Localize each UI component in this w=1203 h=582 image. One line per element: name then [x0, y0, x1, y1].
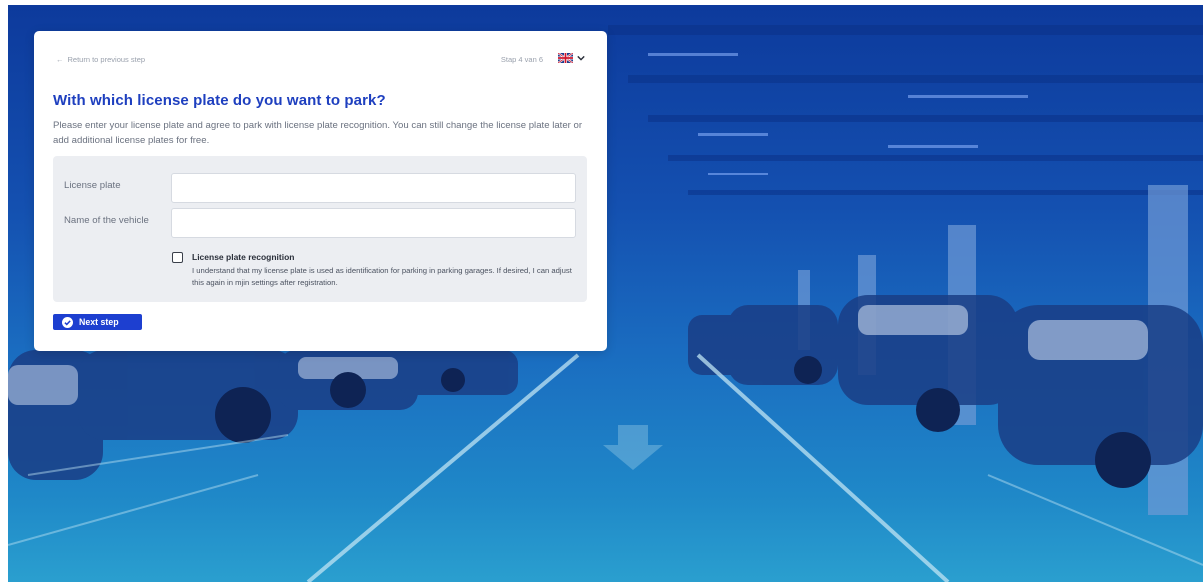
recognition-description: I understand that my license plate is us… [192, 266, 572, 287]
check-circle-icon [62, 316, 73, 328]
page-title: With which license plate do you want to … [53, 92, 386, 109]
page-intro: Please enter your license plate and agre… [53, 120, 583, 146]
license-plate-form: License plate Name of the vehicle Licens… [53, 156, 587, 302]
next-step-label: Next step [79, 317, 119, 327]
uk-flag-icon [558, 53, 573, 63]
language-selector[interactable] [558, 53, 585, 63]
chevron-down-icon [577, 55, 585, 61]
arrow-left-icon: ← [56, 55, 64, 64]
license-plate-label: License plate [64, 180, 121, 191]
vehicle-name-input[interactable] [171, 208, 576, 238]
back-link[interactable]: ← Return to previous step [56, 55, 145, 64]
vehicle-name-label: Name of the vehicle [64, 215, 149, 226]
registration-card: ← Return to previous step Stap 4 van 6 W… [34, 31, 607, 351]
step-indicator: Stap 4 van 6 [500, 55, 543, 64]
back-link-label: Return to previous step [67, 55, 146, 64]
recognition-title: License plate recognition [192, 252, 295, 262]
card-topbar: ← Return to previous step Stap 4 van 6 [56, 53, 585, 67]
recognition-checkbox[interactable] [172, 252, 183, 263]
license-plate-input[interactable] [171, 173, 576, 203]
next-step-button[interactable]: Next step [53, 314, 142, 330]
